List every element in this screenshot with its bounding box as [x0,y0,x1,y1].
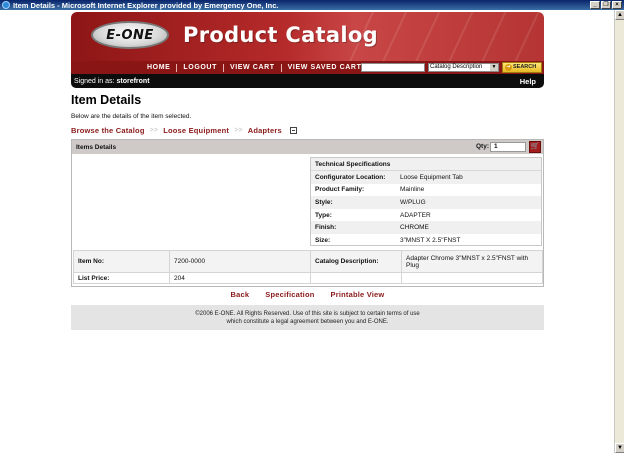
breadcrumb: Browse the Catalog >> Loose Equipment >>… [71,126,297,135]
restore-icon[interactable]: ❐ [601,1,611,9]
vertical-scrollbar[interactable]: ▲ ▼ [614,10,624,453]
spec-value: Mainline [400,186,425,194]
list-price-value: 204 [169,272,311,284]
item-info-table: Item No: 7200-0000 Catalog Description: … [73,250,543,284]
spec-label: Product Family: [315,186,365,194]
chevron-down-icon[interactable]: ▼ [490,64,498,71]
scroll-down-icon[interactable]: ▼ [615,443,624,453]
banner-title: Product Catalog [183,23,378,47]
nav-view-cart[interactable]: VIEW CART [224,64,281,71]
qty-label: Qty: [476,143,489,150]
nav-view-saved-cart[interactable]: VIEW SAVED CART [282,64,368,71]
action-links: Back Specification Printable View [71,290,544,299]
printable-view-link[interactable]: Printable View [331,290,385,299]
spec-row: Product Family: Mainline [311,184,541,197]
spec-value: 3"MNST X 2.5"FNST [400,236,461,244]
breadcrumb-separator: >> [234,127,243,134]
ie-icon [2,1,10,9]
nav-logout[interactable]: LOGOUT [177,64,223,71]
table-row: Item No: 7200-0000 Catalog Description: … [73,250,543,273]
footer-line-2: which constitute a legal agreement betwe… [226,319,389,325]
search-button-label: SEARCH [513,64,537,70]
nav-items: HOME LOGOUT VIEW CART VIEW SAVED CART [141,61,367,74]
footer-line-1: ©2006 E-ONE. All Rights Reserved. Use of… [195,311,420,317]
catalog-description-value: Adapter Chrome 3"MNST x 2.5"FNST with Pl… [401,250,543,273]
catalog-description-label: Catalog Description: [310,250,402,273]
tech-specs-title: Technical Specifications [311,158,541,171]
empty-cell [401,272,543,284]
minimize-icon[interactable]: _ [590,1,600,9]
add-to-cart-button[interactable]: 🛒 [529,141,541,153]
spec-value: ADAPTER [400,211,431,219]
search-button[interactable]: ➔ SEARCH [502,62,542,73]
spec-label: Style: [315,198,333,206]
item-no-value: 7200-0000 [169,250,311,273]
signed-in-user: storefront [116,77,150,85]
window-title: Item Details - Microsoft Internet Explor… [13,0,279,10]
page-title: Item Details [71,93,142,107]
arrow-right-icon: ➔ [505,64,512,71]
spec-label: Configurator Location: [315,173,386,181]
spec-row: Finish: CHROME [311,221,541,234]
logo-text: E-ONE [106,27,154,43]
signed-in-label: Signed in as: [74,77,115,85]
nav-bar: HOME LOGOUT VIEW CART VIEW SAVED CART Ca… [71,61,544,74]
spec-value: Loose Equipment Tab [400,173,463,181]
eone-logo[interactable]: E-ONE [91,21,169,49]
panel-title: Items Details [76,143,117,151]
print-icon[interactable] [289,127,297,134]
site-footer: ©2006 E-ONE. All Rights Reserved. Use of… [71,305,544,330]
page-description: Below are the details of the item select… [71,113,192,120]
spec-label: Type: [315,211,332,219]
spec-row: Configurator Location: Loose Equipment T… [311,171,541,184]
nav-home[interactable]: HOME [141,64,176,71]
technical-specifications: Technical Specifications Configurator Lo… [310,157,542,246]
session-bar: Signed in as: storefront Help [71,74,544,88]
help-link[interactable]: Help [520,77,536,86]
breadcrumb-browse-catalog[interactable]: Browse the Catalog [71,126,145,135]
item-no-label: Item No: [73,250,170,273]
panel-header: Items Details Qty: 1 🛒 [72,140,543,154]
spec-row: Size: 3"MNST X 2.5"FNST [311,234,541,247]
specification-link[interactable]: Specification [265,290,314,299]
spec-value: CHROME [400,224,429,232]
spec-row: Type: ADAPTER [311,209,541,222]
window-title-bar: Item Details - Microsoft Internet Explor… [0,0,624,10]
spec-value: W/PLUG [400,198,426,206]
window-controls: _ ❐ × [590,1,622,9]
spec-row: Style: W/PLUG [311,196,541,209]
item-details-panel: Items Details Qty: 1 🛒 Technical Specifi… [71,139,544,287]
site-header: E-ONE Product Catalog [71,12,544,61]
breadcrumb-loose-equipment[interactable]: Loose Equipment [163,126,229,135]
search-input[interactable] [361,63,425,72]
breadcrumb-adapters[interactable]: Adapters [248,126,282,135]
search-type-select[interactable]: Catalog Description ▼ [428,63,499,72]
search-type-value: Catalog Description [430,64,483,70]
back-link[interactable]: Back [231,290,250,299]
breadcrumb-separator: >> [149,127,159,134]
list-price-label: List Price: [73,272,170,284]
spec-label: Finish: [315,224,337,232]
close-icon[interactable]: × [612,1,622,9]
scroll-up-icon[interactable]: ▲ [615,10,624,20]
empty-cell [310,272,402,284]
table-row: List Price: 204 [73,272,543,284]
qty-input[interactable]: 1 [490,142,526,152]
spec-label: Size: [315,236,331,244]
cart-icon: 🛒 [530,143,540,150]
